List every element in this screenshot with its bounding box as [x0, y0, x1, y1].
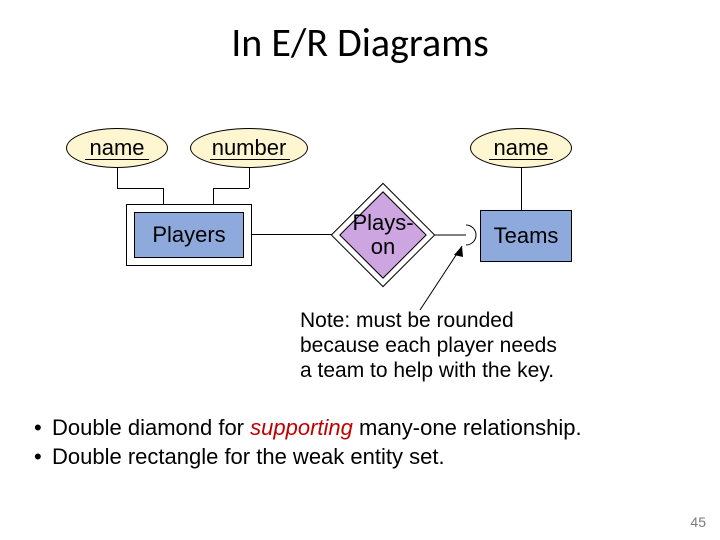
bullet-2: • Double rectangle for the weak entity s…	[34, 443, 694, 472]
note-line1: Note: must be rounded	[300, 308, 640, 333]
attr-team-name-label: name	[493, 135, 548, 161]
underline-player-number	[210, 159, 290, 160]
players-label: Players	[152, 222, 225, 248]
bullet-dot-icon: •	[34, 414, 52, 443]
underline-player-name	[85, 159, 149, 160]
teams-entity: Teams	[480, 210, 572, 262]
line-name-players-v	[117, 168, 118, 188]
page-number: 45	[690, 514, 706, 530]
attr-player-name: name	[66, 128, 168, 168]
bullet-1: • Double diamond for supporting many-one…	[34, 414, 694, 443]
note-line3: a team to help with the key.	[300, 358, 640, 383]
attr-player-number: number	[190, 128, 308, 168]
slide-title: In E/R Diagrams	[0, 18, 720, 67]
underline-team-name	[489, 159, 553, 160]
bullet-1-pre: Double diamond for	[52, 415, 250, 440]
teams-label: Teams	[494, 223, 559, 249]
bullet-list: • Double diamond for supporting many-one…	[34, 414, 694, 471]
note-text: Note: must be rounded because each playe…	[300, 308, 640, 384]
bullet-1-post: many-one relationship.	[353, 415, 582, 440]
note-arrow-icon	[410, 238, 480, 318]
line-number-players-v	[249, 168, 250, 188]
bullet-1-em: supporting	[250, 415, 353, 440]
line-players-playson	[252, 234, 332, 235]
note-line2: because each player needs	[300, 333, 640, 358]
bullet-2-text: Double rectangle for the weak entity set…	[52, 443, 445, 472]
attr-team-name: name	[470, 128, 572, 168]
attr-player-number-label: number	[212, 135, 287, 161]
attr-player-name-label: name	[89, 135, 144, 161]
line-name-teams	[521, 168, 522, 210]
slide: In E/R Diagrams name number name Players…	[0, 0, 720, 540]
line-number-players-h	[213, 188, 249, 189]
bullet-1-text: Double diamond for supporting many-one r…	[52, 414, 582, 443]
bullet-dot-icon: •	[34, 443, 52, 472]
players-entity: Players	[134, 212, 244, 258]
line-name-players-h	[117, 188, 163, 189]
